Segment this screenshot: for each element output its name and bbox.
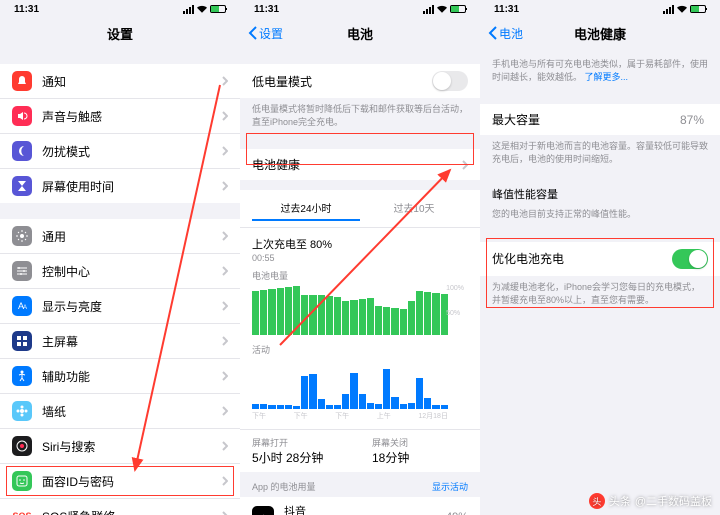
tab-24h[interactable]: 过去24小时 — [252, 196, 360, 221]
settings-row-siri[interactable]: Siri与搜索 — [0, 429, 240, 464]
hourglass-icon — [12, 176, 32, 196]
opt-footer: 为减缓电池老化，iPhone会学习您每日的充电模式，并暂缓充电至80%以上，直至… — [480, 276, 720, 311]
app-usage-row[interactable]: ♪ 抖音音频 49% — [240, 497, 480, 515]
settings-row-speaker[interactable]: 声音与触感 — [0, 99, 240, 134]
status-bar: 11:31 — [240, 0, 480, 18]
flower-icon — [12, 401, 32, 421]
moon-icon — [12, 141, 32, 161]
phone-battery-health: 11:31 电池 电池健康 手机电池与所有可充电电池类似，属于易耗部件，使用时间… — [480, 0, 720, 515]
signal-icon — [663, 5, 674, 14]
chevron-right-icon — [222, 336, 228, 346]
settings-row-gear[interactable]: 通用 — [0, 219, 240, 254]
gear-icon — [12, 226, 32, 246]
wifi-icon — [197, 5, 207, 13]
status-time: 11:31 — [254, 4, 279, 15]
chevron-left-icon — [488, 26, 497, 40]
tab-10d[interactable]: 过去10天 — [360, 196, 468, 221]
back-button[interactable]: 设置 — [248, 25, 283, 42]
nav-bar: 设置 — [0, 18, 240, 48]
chevron-left-icon — [248, 26, 257, 40]
battery-icon — [690, 5, 706, 13]
settings-row-sos[interactable]: SOSSOS紧急联络 — [0, 499, 240, 515]
capacity-footer: 这是相对于新电池而言的电池容量。容量较低可能导致充电后，电池的使用时间缩短。 — [480, 135, 720, 170]
settings-row-grid[interactable]: 主屏幕 — [0, 324, 240, 359]
max-capacity-row: 最大容量 87% — [480, 104, 720, 135]
usage-summary: 屏幕打开5小时 28分钟 屏幕关闭18分钟 — [240, 429, 480, 472]
apps-header: App 的电池用量 显示活动 — [240, 472, 480, 497]
sos-icon: SOS — [12, 506, 32, 515]
wifi-icon — [437, 5, 447, 13]
page-title: 设置 — [107, 24, 133, 43]
chevron-right-icon — [222, 301, 228, 311]
peak-sub: 您的电池目前支持正常的峰值性能。 — [480, 206, 720, 226]
status-time: 11:31 — [494, 4, 519, 15]
signal-icon — [183, 5, 194, 14]
status-bar: 11:31 — [480, 0, 720, 18]
chevron-right-icon — [222, 511, 228, 515]
chevron-right-icon — [222, 476, 228, 486]
learn-more-link[interactable]: 了解更多... — [585, 72, 629, 82]
chevron-right-icon — [222, 111, 228, 121]
status-right — [183, 5, 226, 14]
battery-icon — [450, 5, 466, 13]
battery-health-row[interactable]: 电池健康 — [240, 149, 480, 180]
lpm-footer: 低电量模式将暂时降低后下载和邮件获取等后台活动，直至iPhone完全充电。 — [240, 98, 480, 133]
page-title: 电池健康 — [574, 24, 626, 43]
chevron-right-icon — [222, 146, 228, 156]
optimized-charging-row[interactable]: 优化电池充电 — [480, 242, 720, 276]
chevron-right-icon — [222, 371, 228, 381]
nav-bar: 电池 电池健康 — [480, 18, 720, 48]
chevron-right-icon — [222, 406, 228, 416]
chevron-right-icon — [462, 160, 468, 170]
chevron-right-icon — [222, 266, 228, 276]
activity-chart — [252, 359, 448, 409]
battery-level-chart: 100%50% — [252, 285, 448, 335]
intro-text: 手机电池与所有可充电电池类似，属于易耗部件，使用时间越长，能效越低。 了解更多.… — [480, 48, 720, 88]
wifi-icon — [677, 5, 687, 13]
bell-icon — [12, 71, 32, 91]
phone-settings: 11:31 设置 通知声音与触感勿扰模式屏幕使用时间 通用控制中心AA显示与亮度… — [0, 0, 240, 515]
signal-icon — [423, 5, 434, 14]
status-bar: 11:31 — [0, 0, 240, 18]
accessibility-icon — [12, 366, 32, 386]
last-charge-label: 上次充电至 80% — [252, 236, 468, 252]
speaker-icon — [12, 106, 32, 126]
settings-row-text[interactable]: AA显示与亮度 — [0, 289, 240, 324]
capacity-value: 87% — [680, 113, 704, 127]
settings-row-moon[interactable]: 勿扰模式 — [0, 134, 240, 169]
chevron-right-icon — [222, 181, 228, 191]
show-activity-link[interactable]: 显示活动 — [432, 480, 468, 493]
app-icon-douyin: ♪ — [252, 506, 274, 515]
phone-battery: 11:31 设置 电池 低电量模式 低电量模式将暂时降低后下载和邮件获取等后台活… — [240, 0, 480, 515]
chevron-right-icon — [222, 231, 228, 241]
settings-row-face[interactable]: 面容ID与密码 — [0, 464, 240, 499]
time-tabs: 过去24小时 过去10天 — [240, 190, 480, 228]
settings-list: 通知声音与触感勿扰模式屏幕使用时间 通用控制中心AA显示与亮度主屏幕辅助功能墙纸… — [0, 48, 240, 515]
watermark-icon: 头 — [589, 493, 605, 509]
chevron-right-icon — [222, 76, 228, 86]
settings-row-sliders[interactable]: 控制中心 — [0, 254, 240, 289]
battery-icon — [210, 5, 226, 13]
back-button[interactable]: 电池 — [488, 25, 523, 42]
optimized-charging-toggle[interactable] — [672, 249, 708, 269]
low-power-toggle[interactable] — [432, 71, 468, 91]
sliders-icon — [12, 261, 32, 281]
peak-header: 峰值性能容量 — [480, 170, 720, 206]
face-icon — [12, 471, 32, 491]
svg-text:A: A — [23, 305, 27, 311]
siri-icon — [12, 436, 32, 456]
nav-bar: 设置 电池 — [240, 18, 480, 48]
settings-row-accessibility[interactable]: 辅助功能 — [0, 359, 240, 394]
text-icon: AA — [12, 296, 32, 316]
chevron-right-icon — [222, 441, 228, 451]
low-power-mode-row[interactable]: 低电量模式 — [240, 64, 480, 98]
settings-row-bell[interactable]: 通知 — [0, 64, 240, 99]
settings-row-flower[interactable]: 墙纸 — [0, 394, 240, 429]
status-time: 11:31 — [14, 4, 39, 15]
settings-row-hourglass[interactable]: 屏幕使用时间 — [0, 169, 240, 203]
grid-icon — [12, 331, 32, 351]
page-title: 电池 — [347, 24, 373, 43]
watermark: 头 头条 @二手数码盖板 — [589, 493, 712, 509]
